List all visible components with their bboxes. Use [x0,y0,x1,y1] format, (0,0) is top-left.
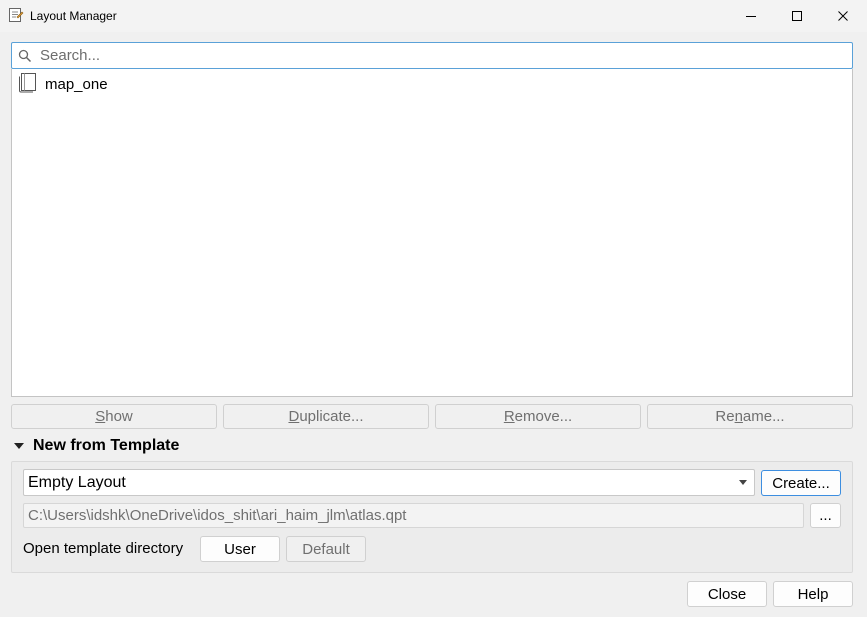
create-button-label: Create... [772,474,830,492]
section-title: New from Template [33,437,180,454]
show-button-label: how [105,408,133,425]
remove-button-mnemonic: R [503,408,515,425]
layout-manager-icon [8,7,24,23]
layout-list[interactable]: map_one [11,69,853,397]
minimize-button[interactable] [728,0,774,32]
help-button[interactable]: Help [773,581,853,607]
create-button[interactable]: Create... [761,470,841,496]
remove-button[interactable]: Remove... [435,404,641,429]
close-button[interactable]: Close [687,581,767,607]
template-section-toggle[interactable]: New from Template [13,436,179,456]
chevron-down-icon [739,480,747,485]
rename-button-prefix: Re [715,408,735,425]
window-close-button[interactable] [820,0,866,32]
duplicate-button[interactable]: Duplicate... [223,404,429,429]
search-icon [18,49,32,63]
triangle-down-icon [14,443,24,449]
show-button[interactable]: Show [11,404,217,429]
default-button[interactable]: Default [286,536,366,562]
layout-page-icon [17,71,39,98]
rename-button[interactable]: Re n ame... [647,404,853,429]
user-button-label: User [224,540,256,558]
duplicate-button-mnemonic: D [288,408,300,425]
open-template-directory-label: Open template directory [23,540,184,557]
search-input[interactable] [38,45,840,66]
browse-button[interactable]: ... [810,503,841,528]
remove-button-label: emove... [514,408,573,425]
close-button-label: Close [707,585,747,603]
window-title: Layout Manager [30,9,117,23]
template-path-field[interactable]: C:\Users\idshk\OneDrive\idos_shit\ari_ha… [23,503,804,528]
close-icon [838,11,848,21]
list-item-label: map_one [45,75,108,93]
minimize-icon [746,16,756,17]
default-button-label: Default [302,540,350,558]
rename-button-mnemonic: n [734,408,743,425]
maximize-icon [792,11,802,21]
duplicate-button-label: uplicate... [299,408,364,425]
template-path-value: C:\Users\idshk\OneDrive\idos_shit\ari_ha… [28,507,407,524]
rename-button-label: ame... [742,408,785,425]
list-item[interactable]: map_one [17,72,108,96]
maximize-button[interactable] [774,0,820,32]
template-select-value: Empty Layout [28,473,126,491]
help-button-label: Help [797,585,829,603]
show-button-mnemonic: S [95,408,106,425]
user-button[interactable]: User [200,536,280,562]
search-box[interactable] [11,42,853,69]
browse-button-label: ... [819,507,832,524]
template-select[interactable]: Empty Layout [23,469,755,496]
